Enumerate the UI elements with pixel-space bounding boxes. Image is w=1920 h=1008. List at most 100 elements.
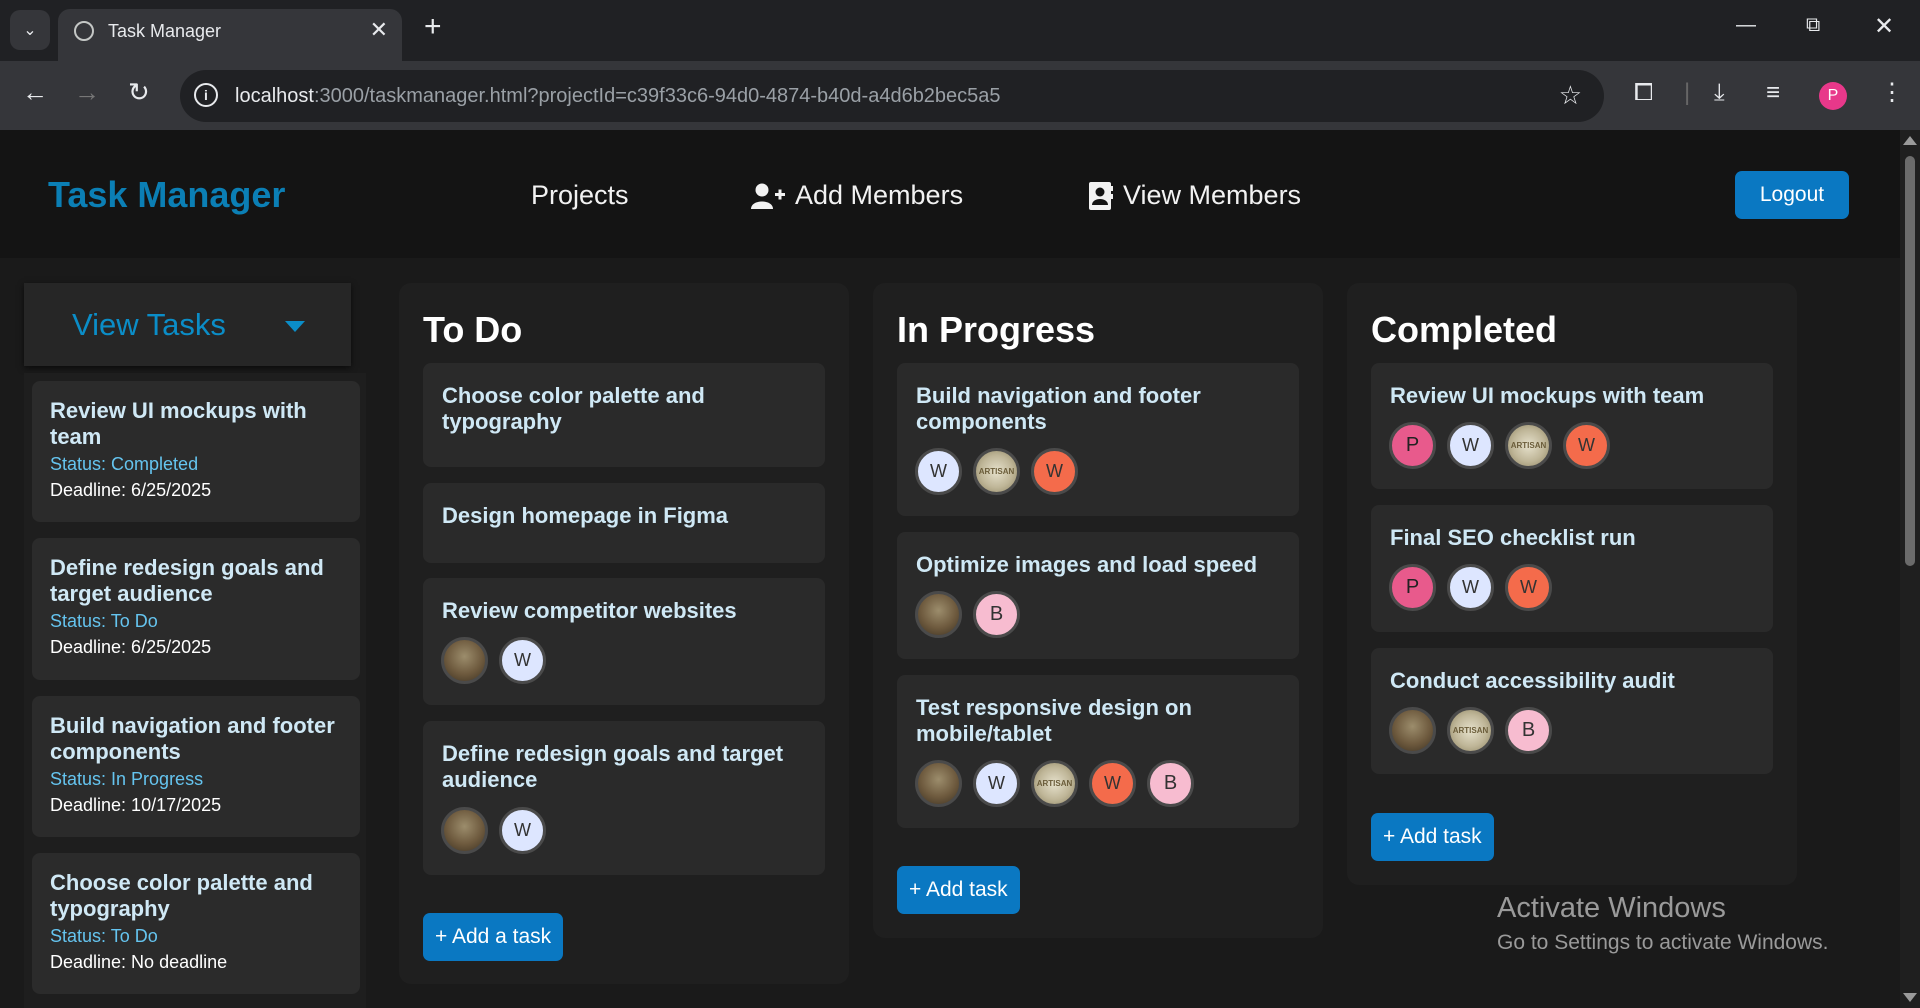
- back-icon[interactable]: ←: [22, 79, 48, 105]
- avatar-seal: ARTISAN: [1031, 760, 1078, 807]
- windows-activation-watermark: Activate Windows Go to Settings to activ…: [1497, 892, 1829, 955]
- caret-down-icon: [285, 321, 305, 332]
- restore-icon[interactable]: ⧉: [1806, 14, 1820, 37]
- task-card[interactable]: Build navigation and footer components W…: [897, 363, 1299, 516]
- scroll-up-arrow-icon[interactable]: [1903, 136, 1917, 145]
- download-icon[interactable]: ⤓: [1714, 81, 1725, 105]
- url-text: localhost:3000/taskmanager.html?projectI…: [235, 85, 1001, 107]
- assignee-avatars: P W ARTISAN W: [1389, 422, 1610, 469]
- task-card-title: Final SEO checklist run: [1390, 525, 1636, 550]
- avatar-initial: B: [1505, 707, 1552, 754]
- sidebar-task-deadline: Deadline: No deadline: [50, 952, 228, 972]
- scrollbar-thumb[interactable]: [1905, 156, 1915, 566]
- avatar-photo: [441, 637, 488, 684]
- add-task-button[interactable]: + Add task: [897, 866, 1020, 914]
- avatar-seal: ARTISAN: [973, 448, 1020, 495]
- close-window-icon[interactable]: ✕: [1874, 12, 1894, 41]
- nav-projects-label: Projects: [531, 180, 629, 210]
- sidebar-task-status: Status: Completed: [50, 454, 199, 474]
- site-info-icon[interactable]: i: [194, 83, 218, 107]
- sidebar-task-card[interactable]: Define redesign goals and target audienc…: [32, 538, 360, 680]
- forward-icon[interactable]: →: [74, 79, 100, 105]
- close-tab-icon[interactable]: ✕: [370, 17, 388, 43]
- task-card[interactable]: Final SEO checklist run P W W: [1371, 505, 1773, 632]
- task-card[interactable]: Optimize images and load speed B: [897, 532, 1299, 659]
- sidebar-task-title: Define redesign goals and target audienc…: [50, 555, 324, 606]
- avatar-photo: [915, 591, 962, 638]
- scroll-down-arrow-icon[interactable]: [1903, 993, 1917, 1002]
- task-card-title: Test responsive design on mobile/tablet: [916, 695, 1192, 746]
- browser-tab[interactable]: Task Manager ✕: [58, 9, 402, 61]
- browser-tab-strip: ⌄ Task Manager ✕ + — ⧉ ✕: [0, 0, 1920, 61]
- avatar-initial: B: [1147, 760, 1194, 807]
- media-control-icon[interactable]: ≡: [1766, 81, 1780, 105]
- task-card[interactable]: Define redesign goals and target audienc…: [423, 721, 825, 875]
- extensions-icon[interactable]: ⧠: [1634, 81, 1653, 105]
- avatar-initial: W: [499, 637, 546, 684]
- task-card[interactable]: Conduct accessibility audit ARTISAN B: [1371, 648, 1773, 774]
- task-card[interactable]: Review competitor websites W: [423, 578, 825, 705]
- sidebar-task-card[interactable]: Review UI mockups with team Status: Comp…: [32, 381, 360, 522]
- assignee-avatars: W ARTISAN W: [915, 448, 1078, 495]
- reload-icon[interactable]: ↻: [128, 79, 150, 105]
- tab-search-button[interactable]: ⌄: [10, 10, 50, 50]
- brand-title[interactable]: Task Manager: [48, 174, 285, 216]
- column-title: Completed: [1371, 309, 1558, 350]
- column-in-progress: In Progress Build navigation and footer …: [873, 283, 1323, 938]
- page-viewport: Task Manager Projects Add Members View M…: [0, 130, 1900, 1008]
- menu-kebab-icon[interactable]: ⋮: [1880, 81, 1904, 105]
- sidebar-task-card[interactable]: Choose color palette and typography Stat…: [32, 853, 360, 994]
- app-header: Task Manager Projects Add Members View M…: [0, 130, 1900, 258]
- avatar-initial: B: [973, 591, 1020, 638]
- add-task-button[interactable]: + Add a task: [423, 913, 564, 961]
- task-card[interactable]: Test responsive design on mobile/tablet …: [897, 675, 1299, 828]
- task-card-title: Build navigation and footer components: [916, 383, 1201, 434]
- column-completed: Completed Review UI mockups with team P …: [1347, 283, 1797, 885]
- assignee-avatars: W: [441, 807, 546, 854]
- nav-view-members[interactable]: View Members: [1089, 180, 1301, 211]
- assignee-avatars: W: [441, 637, 546, 684]
- task-card-title: Choose color palette and typography: [442, 383, 705, 434]
- task-card-title: Conduct accessibility audit: [1390, 668, 1675, 693]
- task-sidebar: View Tasks Review UI mockups with team S…: [24, 283, 366, 1008]
- avatar-initial: W: [499, 807, 546, 854]
- avatar-photo: [441, 807, 488, 854]
- new-tab-button[interactable]: +: [424, 12, 442, 42]
- sidebar-task-deadline: Deadline: 10/17/2025: [50, 795, 222, 815]
- sidebar-task-title: Build navigation and footer components: [50, 713, 335, 764]
- sidebar-task-title: Choose color palette and typography: [50, 870, 313, 921]
- task-card-title: Optimize images and load speed: [916, 552, 1258, 577]
- minimize-icon[interactable]: —: [1736, 14, 1756, 37]
- task-card[interactable]: Choose color palette and typography: [423, 363, 825, 467]
- sidebar-task-card[interactable]: Build navigation and footer components S…: [32, 696, 360, 837]
- assignee-avatars: P W W: [1389, 564, 1552, 611]
- task-card[interactable]: Review UI mockups with team P W ARTISAN …: [1371, 363, 1773, 489]
- avatar-seal: ARTISAN: [1447, 707, 1494, 754]
- profile-avatar[interactable]: P: [1819, 82, 1847, 110]
- task-card-title: Design homepage in Figma: [442, 503, 729, 528]
- address-bar[interactable]: i localhost:3000/taskmanager.html?projec…: [180, 70, 1604, 122]
- column-todo: To Do Choose color palette and typograph…: [399, 283, 849, 984]
- add-task-button[interactable]: + Add task: [1371, 813, 1494, 861]
- task-card[interactable]: Design homepage in Figma: [423, 483, 825, 563]
- sidebar-task-list: Review UI mockups with team Status: Comp…: [24, 373, 366, 1008]
- nav-add-members[interactable]: Add Members: [751, 180, 963, 211]
- sidebar-task-deadline: Deadline: 6/25/2025: [50, 637, 212, 657]
- avatar-initial: W: [1447, 422, 1494, 469]
- sidebar-task-title: Review UI mockups with team: [50, 398, 307, 449]
- view-tasks-dropdown[interactable]: View Tasks: [24, 283, 351, 366]
- watermark-line1: Activate Windows: [1497, 892, 1726, 924]
- bookmark-star-icon[interactable]: ☆: [1559, 80, 1582, 111]
- logout-button[interactable]: Logout: [1735, 171, 1849, 219]
- avatar-initial: W: [1563, 422, 1610, 469]
- page-scrollbar[interactable]: [1900, 130, 1920, 1008]
- nav-add-members-label: Add Members: [795, 180, 964, 210]
- sidebar-task-status: Status: To Do: [50, 926, 158, 946]
- toolbar-divider: |: [1684, 79, 1691, 106]
- avatar-initial: W: [1089, 760, 1136, 807]
- sidebar-task-status: Status: In Progress: [50, 769, 204, 789]
- avatar-seal: ARTISAN: [1505, 422, 1552, 469]
- avatar-initial: W: [915, 448, 962, 495]
- nav-projects[interactable]: Projects: [531, 180, 629, 211]
- nav-view-members-label: View Members: [1123, 180, 1302, 210]
